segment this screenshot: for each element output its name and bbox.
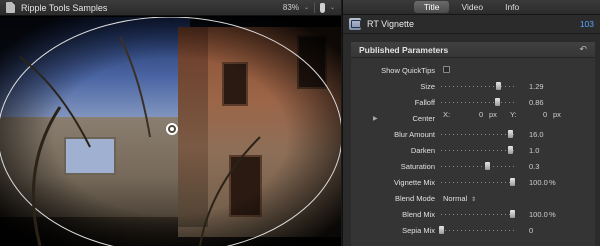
viewer-title: Ripple Tools Samples [21,2,108,13]
param-label: Center [412,113,435,123]
slider-track [441,150,515,151]
param-row-show-quicktips: Show QuickTips [351,64,595,76]
slider-thumb[interactable] [484,162,490,170]
center-y-unit: px [553,109,561,119]
slider-track [441,134,515,135]
reset-icon[interactable]: ↶ [579,44,587,55]
viewer-controls: 83% ⌄ ⌄ [283,2,335,13]
slider-thumb[interactable] [439,226,444,234]
thermometer-icon[interactable] [319,2,325,13]
vignette-mix-unit: % [549,177,556,187]
viewer-header: Ripple Tools Samples 83% ⌄ ⌄ [0,0,341,16]
effect-count: 103 [579,19,594,29]
param-label: Darken [410,145,435,155]
falloff-value[interactable]: 0.86 [529,98,544,107]
popup-arrows-icon: ⇕ [471,196,477,203]
tab-info[interactable]: Info [495,1,529,13]
slider-track [441,166,515,167]
blur-amount-slider[interactable] [441,130,515,138]
view-options-chevron-icon[interactable]: ⌄ [330,4,335,11]
effect-header: RT Vignette 103 [343,15,600,34]
param-row-center: ▶ Center X: 0 px Y: 0 px [351,109,595,124]
published-parameters-header[interactable]: Published Parameters ↶ [351,42,595,58]
param-label: Blur Amount [394,129,435,139]
slider-thumb[interactable] [510,210,516,218]
slider-thumb[interactable] [510,178,516,186]
param-label: Vignette Mix [393,177,435,187]
inspector-tabs: Title Video Info [343,0,600,15]
vignette-mix-value[interactable]: 100.0 [529,178,548,187]
vignette-center-handle[interactable] [166,123,178,135]
slider-track [441,230,515,231]
param-row-darken: Darken 1.0 [351,144,595,156]
param-label: Blend Mix [402,209,435,219]
show-quicktips-checkbox[interactable] [443,66,450,73]
blend-mix-value[interactable]: 100.0 [529,210,548,219]
param-label: Falloff [414,97,435,107]
saturation-value[interactable]: 0.3 [529,162,539,171]
inspector-panel: Title Video Info RT Vignette 103 Publish… [342,0,600,246]
param-label: Show QuickTips [381,65,435,75]
center-x-label: X: [443,109,451,119]
published-parameters-panel: Published Parameters ↶ Show QuickTips Si… [351,42,595,246]
video-canvas[interactable] [0,17,341,246]
blend-mix-slider[interactable] [441,210,516,218]
center-y-label: Y: [510,109,517,119]
slider-thumb[interactable] [507,130,513,138]
tab-title[interactable]: Title [413,1,450,13]
effect-name: RT Vignette [367,19,415,29]
blend-mix-unit: % [549,209,556,219]
blend-mode-popup[interactable]: Normal ⇕ [443,194,476,203]
falloff-slider[interactable] [441,98,515,106]
param-row-blur-amount: Blur Amount 16.0 [351,128,595,140]
param-row-falloff: Falloff 0.86 [351,96,595,108]
param-row-size: Size 1.29 [351,80,595,92]
center-y-value[interactable]: 0 [543,110,547,119]
vignette-mix-slider[interactable] [441,178,516,186]
param-row-blend-mix: Blend Mix 100.0 % [351,208,595,220]
slider-thumb[interactable] [507,146,513,154]
saturation-slider[interactable] [441,162,515,170]
center-x-value[interactable]: 0 [479,110,483,119]
zoom-chevron-icon[interactable]: ⌄ [304,4,309,11]
effect-icon [349,18,361,30]
param-label: Sepia Mix [402,225,435,235]
size-slider[interactable] [441,82,515,90]
slider-track [441,182,515,183]
param-row-blend-mode: Blend Mode Normal ⇕ [351,192,595,204]
slider-thumb[interactable] [495,98,501,106]
section-title: Published Parameters [359,44,449,55]
sepia-mix-slider[interactable] [439,226,515,234]
slider-track [441,214,515,215]
blend-mode-value: Normal [443,193,468,203]
divider [313,2,315,13]
tab-video[interactable]: Video [451,1,493,13]
param-row-saturation: Saturation 0.3 [351,160,595,172]
disclosure-triangle-icon[interactable]: ▶ [373,115,378,122]
zoom-level[interactable]: 83% [283,3,299,12]
param-row-vignette-mix: Vignette Mix 100.0 % [351,176,595,188]
center-x-unit: px [489,109,497,119]
sepia-mix-value[interactable]: 0 [529,226,533,235]
slider-track [441,102,515,103]
darken-slider[interactable] [441,146,515,154]
param-label: Blend Mode [394,193,435,203]
slider-thumb[interactable] [495,82,501,90]
param-label: Size [420,81,435,91]
blur-amount-value[interactable]: 16.0 [529,130,544,139]
viewer: Ripple Tools Samples 83% ⌄ ⌄ [0,0,341,246]
param-label: Saturation [400,161,435,171]
size-value[interactable]: 1.29 [529,82,544,91]
param-row-sepia-mix: Sepia Mix 0 [351,224,595,236]
slider-track [441,86,515,87]
document-icon [6,2,15,13]
darken-value[interactable]: 1.0 [529,146,539,155]
